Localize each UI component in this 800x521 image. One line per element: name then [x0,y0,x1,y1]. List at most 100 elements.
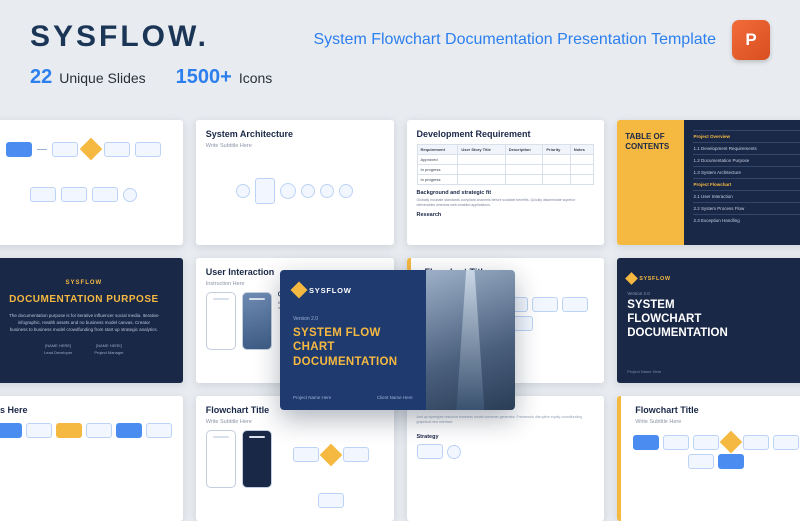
stat-slides-label: Unique Slides [59,70,145,86]
toc-item: 1.3 System Architecture [693,166,800,178]
hero-left-panel: SYSFLOW Version 2.0 SYSTEM FLOW CHART DO… [280,270,426,410]
slide-subtitle: Write Subtitle Here [206,143,384,149]
database-icon [280,183,296,199]
col-header: User Story Title [458,145,505,155]
flow-diagram [0,129,173,215]
flow-node [293,447,319,462]
signature: [NAME HERE] Lead Developer [44,343,72,356]
decision-icon [319,444,342,467]
version-label: Version 2.0 [627,291,800,296]
flow-node [718,454,744,469]
header-left: SYSFLOW. 22 Unique Slides 1500+ Icons [30,20,272,89]
phone-mockup-icon [206,292,236,350]
toc-item: 1.2 Documentation Purpose [693,154,800,166]
slide-title: Flowchart Title [635,405,800,415]
cloud-icon [301,184,315,198]
logo-text: SYSFLOW [309,286,352,295]
product-logo: SYSFLOW. [30,20,272,54]
logo-mark-icon [625,272,638,285]
flow-node [61,187,87,202]
toc-layout: TABLE OF CONTENTS Project Overview 1.1 D… [617,120,800,245]
slide-logo: SYSFLOW [0,280,173,286]
slide-title-card: SYSFLOW Version 2.0 SYSTEM FLOWCHART DOC… [617,258,800,383]
table-header-row: Requirement User Story Title Description… [417,145,594,155]
col-header: Notes [570,145,594,155]
requirements-table: Requirement User Story Title Description… [417,144,595,185]
sig-role: Lead Developer [44,350,72,356]
sig-name: [NAME HERE] [44,343,72,349]
cell: Approved [417,155,458,165]
sig-name: [NAME HERE] [94,343,123,349]
flow-node [633,435,659,450]
hero-footer: Project Name Here Client Name Here [293,395,413,400]
flow-node [693,435,719,450]
flow-node [773,435,799,450]
stats-row: 22 Unique Slides 1500+ Icons [30,66,272,89]
cell: In progress [417,175,458,185]
table-row: In progress [417,175,594,185]
flow-node [318,493,344,508]
flow-node [52,142,78,157]
version-label: Version 2.0 [293,316,413,322]
toc-item: 2.2 System Process Flow [693,202,800,214]
architecture-diagram [206,154,384,229]
signature: [NAME HERE] Project Manager [94,343,123,356]
toc-item: 2.1 User Interaction [693,190,800,202]
slide-flowchart-partial: ss Here [0,396,183,521]
toc-item: Project Overview [693,130,800,142]
slide-dev-requirement: Development Requirement Requirement User… [407,120,605,245]
flow-node [86,423,112,438]
flow-node [92,187,118,202]
arrow-icon [37,149,47,150]
section-heading: Background and strategic fit [417,190,595,196]
slide-body: And up synergies resource business model… [417,415,595,424]
col-header: Priority [543,145,570,155]
flow-node [26,423,52,438]
user-icon [320,184,334,198]
page-subtitle: System Flowchart Documentation Presentat… [313,31,716,49]
toc-list: Project Overview 1.1 Development Require… [684,120,800,245]
cell: In progress [417,165,458,175]
flowchart-diagram [627,430,800,469]
slide-footer: Project Name Here [627,369,661,374]
hero-image [426,270,515,410]
flow-node [343,447,369,462]
flow-terminal-icon [123,188,137,202]
phone-mockup-icon [206,430,236,488]
slide-flowchart-b: Flowchart Title Write Subtitle Here [196,396,394,521]
decision-icon [80,138,103,161]
sig-role: Project Manager [94,350,123,356]
decision-icon [720,431,743,454]
flow-node [104,142,130,157]
flow-node [688,454,714,469]
server-icon [255,178,275,204]
stat-icons-label: Icons [239,70,272,86]
flow-node [146,423,172,438]
gear-icon [339,184,353,198]
flow-node [532,297,558,312]
stat-slides: 22 Unique Slides [30,66,146,89]
flow-node [0,423,22,438]
flow-node [562,297,588,312]
table-row: In progress [417,165,594,175]
slide-title: System Architecture [206,129,384,139]
footer-right: Client Name Here [377,395,413,400]
logo-text: SYSFLOW [639,276,670,282]
hero-logo: SYSFLOW [293,284,413,296]
hero-title: SYSTEM FLOW CHART DOCUMENTATION [293,326,413,369]
stat-icons-count: 1500+ [176,66,232,89]
slide-logo: SYSFLOW [627,274,800,283]
slide-body: The documentation purpose is for iterati… [0,313,173,333]
flow-node [56,423,82,438]
header: SYSFLOW. 22 Unique Slides 1500+ Icons Sy… [0,0,800,105]
slide-title: DOCUMENTATION PURPOSE [0,294,173,305]
flow-node [30,187,56,202]
powerpoint-icon: P [732,20,770,60]
header-right: System Flowchart Documentation Presentat… [313,20,770,60]
flow-node [135,142,161,157]
node-icon [236,184,250,198]
signatures: [NAME HERE] Lead Developer [NAME HERE] P… [0,343,173,356]
flowchart-diagram [278,430,384,521]
slide-title: ss Here [0,405,173,415]
slide-flowchart-c: Flowchart Title Write Subtitle Here [617,396,800,521]
